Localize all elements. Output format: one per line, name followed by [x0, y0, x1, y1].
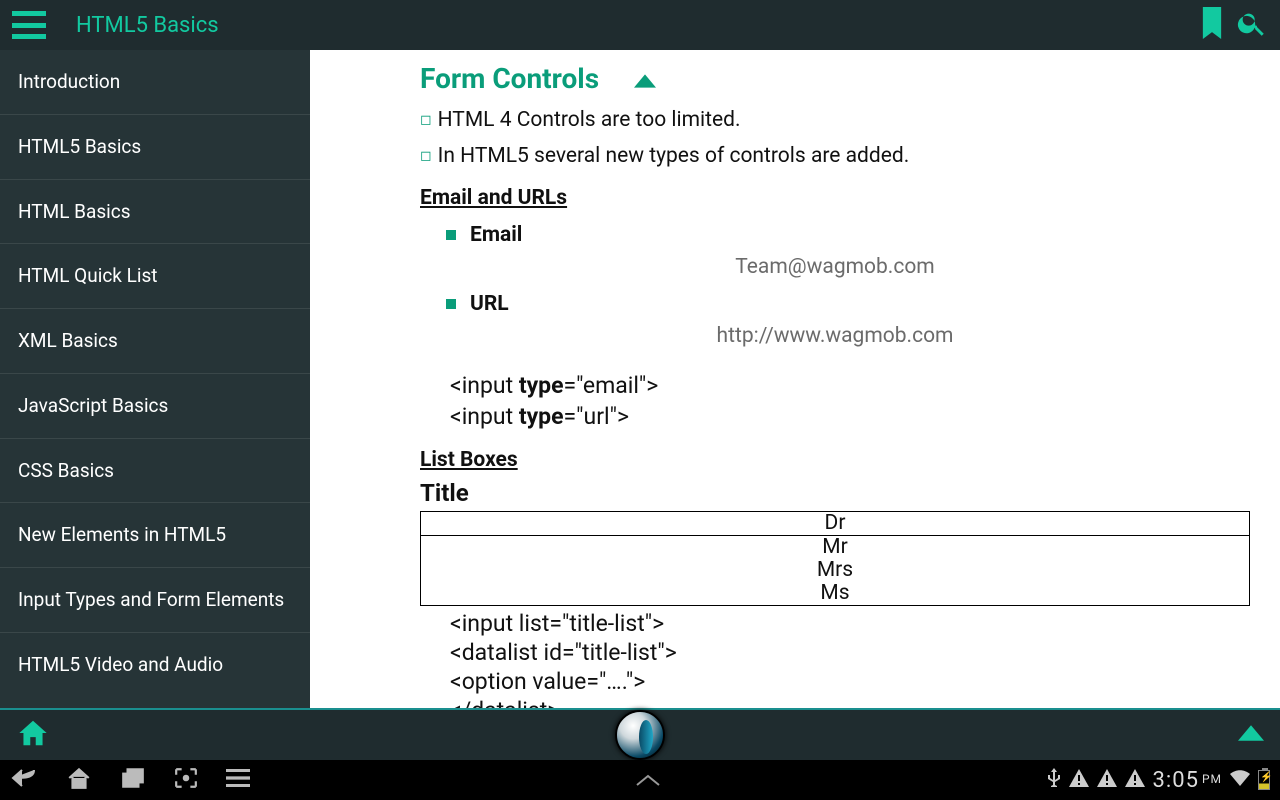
home-icon[interactable] — [16, 718, 50, 752]
sidebar-item-label: HTML5 Video and Audio — [18, 653, 223, 676]
expand-nav-icon[interactable] — [250, 773, 1047, 787]
menu-icon[interactable] — [12, 11, 46, 39]
email-example: Team@wagmob.com — [420, 253, 1250, 281]
code-line: <option value="…."> — [450, 668, 1250, 697]
subsection-list-boxes: List Boxes — [420, 446, 1250, 474]
code-line: <input list="title-list"> — [450, 610, 1250, 639]
battery-icon: ⚡ — [1258, 770, 1270, 790]
sidebar: Introduction HTML5 Basics HTML Basics HT… — [0, 50, 310, 708]
bookmark-icon[interactable] — [1198, 7, 1226, 43]
code-keyword: type — [519, 372, 564, 399]
app-title: HTML5 Basics — [76, 13, 219, 38]
list-option[interactable]: Ms — [425, 582, 1245, 605]
url-label-row: URL — [446, 290, 1250, 318]
warning-icon — [1125, 769, 1145, 791]
sidebar-item-label: New Elements in HTML5 — [18, 523, 226, 546]
subsection-email-urls: Email and URLs — [420, 184, 1250, 212]
bullet-icon: ◻ — [420, 112, 432, 128]
sidebar-item-css-basics[interactable]: CSS Basics — [0, 439, 310, 504]
clock-ampm: PM — [1202, 772, 1222, 786]
clock: 3:05PM — [1153, 768, 1222, 793]
sidebar-item-html5-basics[interactable]: HTML5 Basics — [0, 115, 310, 180]
list-option[interactable]: Dr — [421, 512, 1250, 536]
content-pane[interactable]: Form Controls ◻ HTML 4 Controls are too l… — [310, 50, 1280, 708]
wifi-icon — [1230, 770, 1250, 790]
status-tray[interactable]: 3:05PM ⚡ — [1047, 768, 1270, 793]
sidebar-item-xml-basics[interactable]: XML Basics — [0, 309, 310, 374]
warning-icon — [1097, 769, 1117, 791]
list-option[interactable]: Mr — [425, 536, 1245, 559]
usb-icon — [1047, 768, 1061, 792]
listbox-label: Title — [420, 477, 1250, 509]
search-icon[interactable] — [1236, 7, 1268, 43]
code-text: ="url"> — [564, 403, 629, 430]
clock-time: 3:05 — [1153, 768, 1199, 793]
url-label: URL — [470, 290, 509, 318]
sidebar-item-introduction[interactable]: Introduction — [0, 50, 310, 115]
code-line: <datalist id="title-list"> — [450, 639, 1250, 668]
sidebar-item-javascript-basics[interactable]: JavaScript Basics — [0, 374, 310, 439]
sidebar-item-label: JavaScript Basics — [18, 394, 168, 417]
warning-icon — [1069, 769, 1089, 791]
back-icon[interactable] — [10, 767, 38, 793]
title-list-box[interactable]: Dr Mr Mrs Ms — [420, 511, 1250, 606]
app-bottom-bar — [0, 708, 1280, 760]
intro-text: In HTML5 several new types of controls a… — [438, 144, 910, 168]
sidebar-item-new-elements[interactable]: New Elements in HTML5 — [0, 503, 310, 568]
code-snippet-email-url: <input type="email"> <input type="url"> — [450, 370, 1250, 432]
intro-bullet: ◻ In HTML5 several new types of controls … — [420, 142, 1250, 170]
system-nav-bar: 3:05PM ⚡ — [0, 760, 1280, 800]
email-label: Email — [470, 221, 522, 249]
screenshot-icon[interactable] — [174, 767, 198, 793]
bullet-icon: ◻ — [420, 148, 432, 164]
sidebar-item-label: CSS Basics — [18, 459, 114, 482]
list-option[interactable]: Mrs — [425, 559, 1245, 582]
code-text: <input — [450, 403, 519, 430]
sidebar-item-label: Introduction — [18, 70, 120, 93]
code-keyword: type — [519, 403, 564, 430]
url-example: http://www.wagmob.com — [420, 322, 1250, 350]
section-heading: Form Controls — [420, 60, 599, 98]
sidebar-item-video-audio[interactable]: HTML5 Video and Audio — [0, 633, 310, 697]
sidebar-item-html-quick-list[interactable]: HTML Quick List — [0, 244, 310, 309]
code-text: ="email"> — [564, 372, 659, 399]
collapse-icon[interactable] — [634, 68, 656, 96]
top-bar: HTML5 Basics — [0, 0, 1280, 50]
sidebar-item-label: Input Types and Form Elements — [18, 588, 284, 611]
sidebar-item-label: HTML Quick List — [18, 264, 158, 287]
code-line: </datalist> — [450, 697, 1250, 708]
sidebar-item-label: XML Basics — [18, 329, 118, 352]
sidebar-item-html-basics[interactable]: HTML Basics — [0, 180, 310, 245]
sidebar-item-input-types[interactable]: Input Types and Form Elements — [0, 568, 310, 633]
square-bullet-icon — [446, 230, 456, 240]
code-snippet-datalist: <input list="title-list"> <datalist id="… — [450, 610, 1250, 708]
intro-bullet: ◻ HTML 4 Controls are too limited. — [420, 106, 1250, 134]
recent-apps-icon[interactable] — [120, 767, 146, 793]
scroll-top-icon[interactable] — [1238, 725, 1264, 745]
menu-nav-icon[interactable] — [226, 769, 250, 791]
intro-text: HTML 4 Controls are too limited. — [438, 108, 741, 132]
app-logo-orb[interactable] — [615, 710, 665, 760]
sidebar-item-label: HTML5 Basics — [18, 135, 141, 158]
square-bullet-icon — [446, 299, 456, 309]
email-label-row: Email — [446, 221, 1250, 249]
sidebar-item-label: HTML Basics — [18, 200, 131, 223]
code-text: <input — [450, 372, 519, 399]
home-nav-icon[interactable] — [66, 767, 92, 793]
